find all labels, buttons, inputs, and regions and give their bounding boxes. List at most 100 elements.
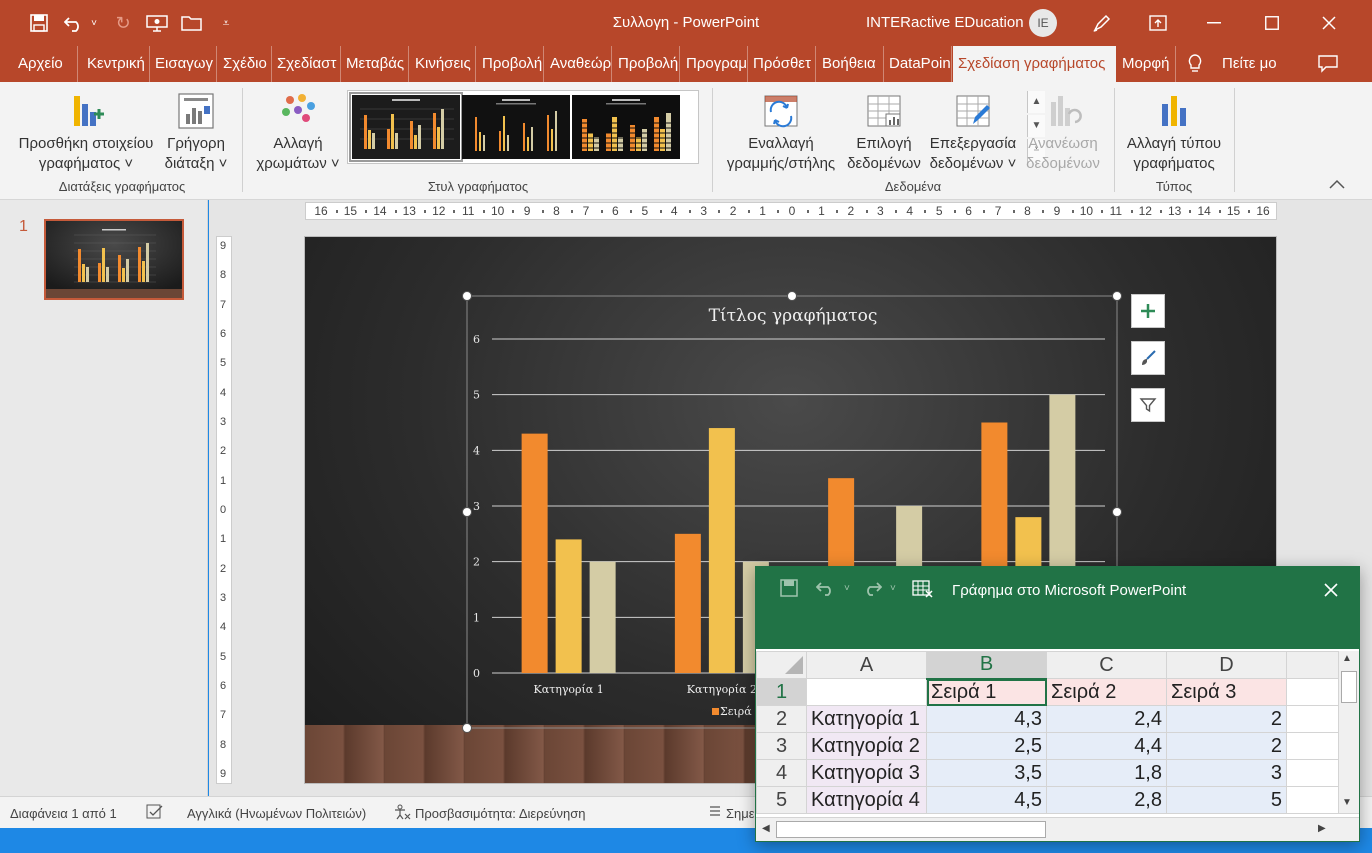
tab-file[interactable]: Αρχείο: [8, 46, 78, 82]
change-chart-type-button[interactable]: Αλλαγή τύπου γραφήματος: [1122, 92, 1226, 174]
edit-data-button[interactable]: Επεξεργασία δεδομένων ˅: [926, 92, 1020, 174]
scroll-up-icon[interactable]: ▲: [1342, 653, 1352, 664]
tab-transitions[interactable]: Μεταβάς: [341, 46, 409, 82]
tab-slideshow[interactable]: Προβολή: [476, 46, 544, 82]
comments-icon[interactable]: [1318, 46, 1342, 82]
cell[interactable]: Κατηγορία 4: [806, 786, 927, 814]
edit-in-excel-icon[interactable]: [912, 579, 934, 604]
tab-developer[interactable]: Προγραμ: [680, 46, 748, 82]
scroll-thumb[interactable]: [1341, 671, 1357, 703]
cell[interactable]: Κατηγορία 1: [806, 705, 927, 733]
row-header[interactable]: 2: [756, 705, 807, 733]
column-header-c[interactable]: C: [1046, 651, 1167, 679]
scroll-left-icon[interactable]: ◀: [762, 823, 770, 834]
select-data-button[interactable]: Επιλογή δεδομένων: [842, 92, 926, 174]
avatar[interactable]: IE: [1029, 9, 1057, 37]
scroll-thumb[interactable]: [776, 821, 1046, 838]
tab-home[interactable]: Κεντρική: [80, 46, 150, 82]
accessibility-icon[interactable]: [393, 804, 411, 823]
user-name[interactable]: INTERactive EDucation: [866, 14, 1024, 31]
resize-handle[interactable]: [462, 723, 472, 733]
switch-row-column-button[interactable]: Εναλλαγή γραμμής/στήλης: [722, 92, 840, 174]
resize-handle[interactable]: [787, 291, 797, 301]
cell[interactable]: Σειρά 2: [1046, 678, 1167, 706]
tab-insert[interactable]: Εισαγωγ: [150, 46, 217, 82]
cell[interactable]: 2: [1166, 732, 1287, 760]
cell[interactable]: [806, 678, 927, 706]
tab-help[interactable]: Βοήθεια: [816, 46, 884, 82]
cell[interactable]: 4,4: [1046, 732, 1167, 760]
row-header[interactable]: 4: [756, 759, 807, 787]
bar[interactable]: [674, 533, 701, 673]
chart-style-thumbnail[interactable]: [462, 95, 570, 159]
cell[interactable]: Κατηγορία 2: [806, 732, 927, 760]
cell[interactable]: Σειρά 3: [1166, 678, 1287, 706]
notes-button[interactable]: Σημει: [726, 806, 754, 821]
cell[interactable]: 4,3: [926, 705, 1047, 733]
bar[interactable]: [708, 428, 735, 673]
cell[interactable]: 2: [1166, 705, 1287, 733]
scroll-right-icon[interactable]: ▶: [1318, 823, 1326, 834]
undo-icon[interactable]: [60, 9, 88, 37]
chart-elements-plus-icon[interactable]: [1131, 294, 1165, 328]
excel-close-icon[interactable]: [1316, 575, 1346, 605]
close-icon[interactable]: [1314, 8, 1344, 38]
column-header-b[interactable]: B: [926, 651, 1047, 680]
tab-draw[interactable]: Σχεδίαστ: [272, 46, 341, 82]
cell[interactable]: 2,8: [1046, 786, 1167, 814]
maximize-icon[interactable]: [1257, 8, 1287, 38]
add-chart-element-button[interactable]: Προσθήκη στοιχείου γραφήματος ˅: [12, 92, 160, 174]
ribbon-display-options-icon[interactable]: [1143, 8, 1173, 38]
bar[interactable]: [555, 539, 582, 673]
save-icon[interactable]: [26, 9, 52, 37]
language-indicator[interactable]: Αγγλικά (Ηνωμένων Πολιτειών): [187, 806, 366, 821]
spreadsheet-grid[interactable]: A B C D 1 Σειρά 1 Σειρά 2 Σειρά 3 2 Κατη…: [756, 651, 1359, 814]
cell[interactable]: 1,8: [1046, 759, 1167, 787]
row-header[interactable]: 1: [756, 678, 807, 706]
cell[interactable]: 3,5: [926, 759, 1047, 787]
minimize-icon[interactable]: [1199, 8, 1229, 38]
collapse-ribbon-icon[interactable]: [1328, 178, 1348, 194]
lightbulb-icon[interactable]: [1187, 46, 1213, 82]
tell-me-search[interactable]: Πείτε μο: [1222, 46, 1284, 82]
chart-style-thumbnail[interactable]: [572, 95, 680, 159]
row-header[interactable]: 5: [756, 786, 807, 814]
cell[interactable]: Κατηγορία 3: [806, 759, 927, 787]
resize-handle[interactable]: [462, 291, 472, 301]
chart-title[interactable]: Τίτλος γραφήματος: [709, 306, 878, 326]
chart-styles-brush-icon[interactable]: [1131, 341, 1165, 375]
tab-design[interactable]: Σχέδιο: [217, 46, 272, 82]
cell[interactable]: 5: [1166, 786, 1287, 814]
scroll-down-icon[interactable]: ▼: [1342, 797, 1352, 808]
cell-active[interactable]: Σειρά 1: [926, 678, 1047, 706]
select-all-corner[interactable]: [756, 651, 807, 679]
spell-check-icon[interactable]: [146, 804, 164, 823]
bar[interactable]: [521, 433, 548, 673]
open-folder-icon[interactable]: [178, 9, 206, 37]
tab-format[interactable]: Μορφή: [1116, 46, 1176, 82]
tab-review[interactable]: Αναθεώρ: [544, 46, 612, 82]
tab-addins[interactable]: Πρόσθετ: [748, 46, 816, 82]
tab-datapoint[interactable]: DataPoin: [884, 46, 952, 82]
undo-dropdown-icon[interactable]: ˅: [88, 9, 100, 37]
chart-style-thumbnail[interactable]: [349, 92, 463, 162]
quick-layout-button[interactable]: Γρήγορη διάταξη ˅: [160, 92, 232, 174]
tab-view[interactable]: Προβολή: [612, 46, 680, 82]
present-from-start-icon[interactable]: [143, 9, 171, 37]
horizontal-scrollbar[interactable]: ◀ ▶: [756, 817, 1359, 841]
pen-icon[interactable]: [1087, 8, 1117, 38]
resize-handle[interactable]: [1112, 291, 1122, 301]
column-header-a[interactable]: A: [806, 651, 927, 679]
change-colors-button[interactable]: Αλλαγή χρωμάτων ˅: [252, 92, 344, 174]
notes-icon[interactable]: [708, 804, 722, 821]
customize-qat-icon[interactable]: ⩡: [218, 9, 234, 37]
row-header[interactable]: 3: [756, 732, 807, 760]
bar[interactable]: [589, 561, 616, 673]
cell[interactable]: 4,5: [926, 786, 1047, 814]
vertical-scrollbar[interactable]: ▲ ▼: [1338, 651, 1359, 813]
cell[interactable]: 3: [1166, 759, 1287, 787]
resize-handle[interactable]: [1112, 507, 1122, 517]
cell[interactable]: 2,5: [926, 732, 1047, 760]
resize-handle[interactable]: [462, 507, 472, 517]
cell[interactable]: 2,4: [1046, 705, 1167, 733]
